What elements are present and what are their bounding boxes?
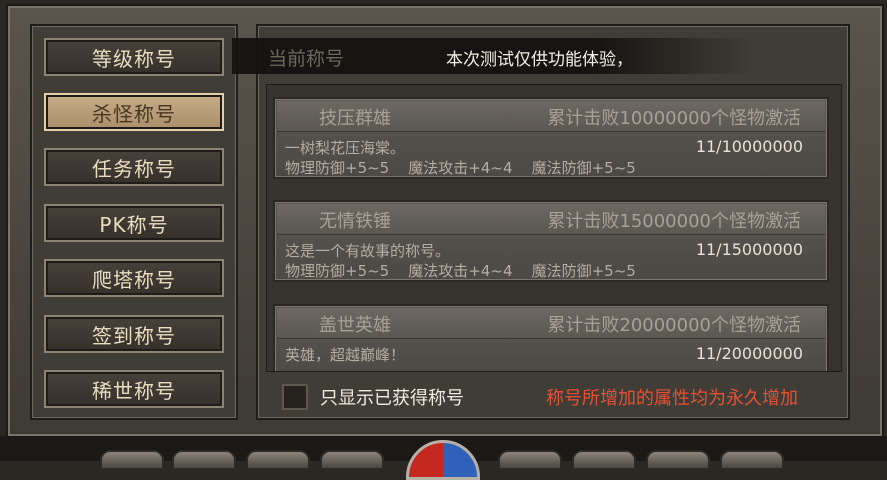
tab-tower-title[interactable]: 爬塔称号 (44, 259, 224, 297)
title-description: 一树梨花压海棠。 (285, 139, 406, 157)
title-card[interactable]: 技压群雄 累计击败10000000个怪物激活 一树梨花压海棠。 11/10000… (273, 97, 829, 179)
title-attributes: 物理防御+5~5 魔法攻击+4~4 魔法防御+5~5 (285, 262, 636, 280)
skill-slot[interactable] (172, 450, 236, 470)
title-name: 无情铁锤 (319, 211, 391, 232)
tab-level-title[interactable]: 等级称号 (44, 38, 224, 76)
title-progress: 11/20000000 (695, 344, 803, 363)
tab-checkin-title[interactable]: 签到称号 (44, 315, 224, 353)
skill-slot[interactable] (320, 450, 384, 470)
title-card[interactable]: 盖世英雄 累计击败20000000个怪物激活 英雄，超越巅峰！ 11/20000… (273, 304, 829, 371)
tab-quest-title[interactable]: 任务称号 (44, 148, 224, 186)
current-title-label: 当前称号 (268, 48, 345, 70)
skill-slot[interactable] (100, 450, 164, 470)
title-condition: 累计击败20000000个怪物激活 (547, 315, 801, 336)
skill-slot[interactable] (246, 450, 310, 470)
title-attributes: 物理防御+5~5 魔法攻击+4~4 魔法防御+5~5 (285, 159, 636, 177)
title-progress: 11/15000000 (695, 240, 803, 259)
permanent-bonus-note: 称号所增加的属性均为永久增加 (546, 388, 798, 409)
title-name: 技压群雄 (319, 108, 391, 129)
owned-only-checkbox[interactable] (282, 384, 308, 410)
title-condition: 累计击败15000000个怪物激活 (547, 211, 801, 232)
notice-text: 本次测试仅供功能体验， (446, 50, 633, 70)
owned-only-label[interactable]: 只显示已获得称号 (320, 384, 464, 410)
tab-pk-title[interactable]: PK称号 (44, 204, 224, 242)
title-progress: 11/10000000 (695, 137, 803, 156)
title-description: 英雄，超越巅峰！ (285, 346, 406, 364)
tab-rare-title[interactable]: 稀世称号 (44, 370, 224, 408)
skill-slot[interactable] (498, 450, 562, 470)
skill-slot[interactable] (572, 450, 636, 470)
title-card[interactable]: 无情铁锤 累计击败15000000个怪物激活 这是一个有故事的称号。 11/15… (273, 200, 829, 282)
title-description: 这是一个有故事的称号。 (285, 242, 451, 260)
title-condition: 累计击败10000000个怪物激活 (547, 108, 801, 129)
skill-slot[interactable] (646, 450, 710, 470)
title-name: 盖世英雄 (319, 315, 391, 336)
tab-monster-kill-title[interactable]: 杀怪称号 (44, 93, 224, 131)
title-list[interactable]: 技压群雄 累计击败10000000个怪物激活 一树梨花压海棠。 11/10000… (266, 84, 842, 372)
skill-slot[interactable] (720, 450, 784, 470)
